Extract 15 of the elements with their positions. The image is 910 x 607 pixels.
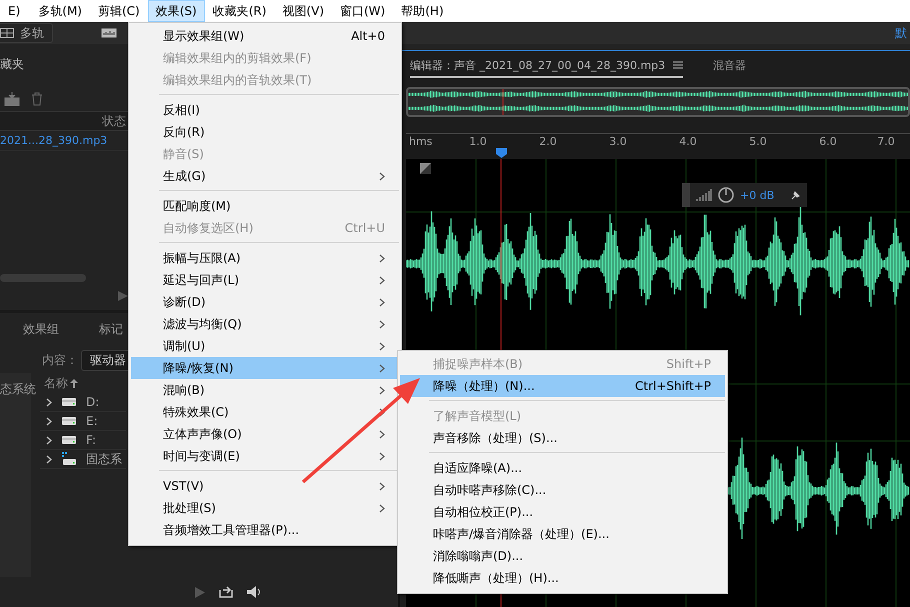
drive-name: 固态系 [86,450,122,468]
volume-reading: +0 dB [740,188,774,202]
panel-title: 藏夹 [0,56,24,73]
ruler-label: 3.0 [608,135,628,148]
drive-name: D: [86,395,100,409]
ruler-label: 4.0 [678,135,698,148]
content-label: 内容： [42,352,78,368]
ruler-label: 2.0 [538,135,558,148]
ruler-label: hms [408,135,434,148]
drive-name: F: [86,433,96,447]
drive-name: E: [86,414,98,428]
ruler-label: 5.0 [748,135,768,148]
ruler-label: 6.0 [818,135,838,148]
ruler-label: 1.0 [468,135,488,148]
ruler-label: 7.0 [876,135,896,148]
